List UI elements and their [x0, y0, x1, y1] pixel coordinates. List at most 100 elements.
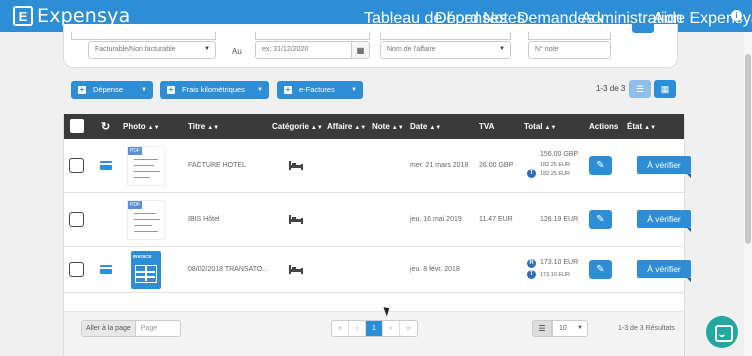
- col-etat[interactable]: État ▲▼: [627, 122, 656, 131]
- refresh-icon[interactable]: ↻: [101, 120, 110, 133]
- thumb-line: [134, 231, 158, 232]
- pdf-icon: PDF: [128, 201, 142, 209]
- expenses-table: ↻ Photo ▲▼ Titre ▲▼ Catégorie ▲▼ Affaire ▲▼ …: [63, 114, 691, 356]
- invoice-icon[interactable]: INVOICE: [131, 251, 161, 289]
- filter-search-button[interactable]: [632, 24, 654, 33]
- status-button[interactable]: À vérifier: [637, 156, 691, 178]
- row-checkbox[interactable]: [69, 262, 84, 277]
- page-1-button[interactable]: 1: [366, 321, 383, 336]
- chevron-down-icon: ▼: [499, 46, 505, 52]
- pencil-icon: ✎: [596, 160, 605, 171]
- first-page-button[interactable]: «: [332, 321, 349, 336]
- sort-icon: ▲▼: [391, 125, 404, 131]
- col-note-label: Note: [372, 122, 390, 131]
- last-page-button[interactable]: »: [400, 321, 417, 336]
- col-actions: Actions: [589, 122, 619, 131]
- sort-icon: ▲▼: [310, 125, 323, 131]
- add-km-button[interactable]: + Frais kilométriques ▼: [160, 81, 269, 99]
- thumb-line: [134, 165, 154, 166]
- scrollbar[interactable]: [744, 32, 752, 356]
- thumb-line: [134, 177, 150, 178]
- hotel-bed-icon: [289, 215, 303, 224]
- list-view-button[interactable]: ☰: [629, 80, 651, 98]
- calendar-icon[interactable]: ▦: [351, 42, 369, 58]
- calendar-view-button[interactable]: ▦: [654, 80, 676, 98]
- row-tva: 26.00 GBP: [479, 162, 514, 169]
- page: E Expensya Tableau de bord Dépenses Note…: [0, 0, 752, 356]
- billable-select[interactable]: Facturable/Non facturable ▼: [88, 41, 216, 59]
- select-all-checkbox[interactable]: [70, 119, 84, 133]
- note-number-input[interactable]: N° note: [528, 41, 611, 59]
- sort-icon: ▲▼: [429, 125, 442, 131]
- edit-button[interactable]: ✎: [589, 260, 612, 279]
- thumb-line: [134, 171, 160, 172]
- prev-page-button[interactable]: ‹: [349, 321, 366, 336]
- row-checkbox[interactable]: [69, 158, 84, 173]
- add-km-label: Frais kilométriques: [182, 85, 245, 94]
- per-page-select[interactable]: 10 ▼: [552, 320, 588, 337]
- records-count: 1-3 de 3: [596, 84, 626, 93]
- affaire-select-value: Nom de l'affaire: [387, 46, 436, 53]
- edit-button[interactable]: ✎: [589, 210, 612, 229]
- add-efactures-label: e-Factures: [299, 85, 335, 94]
- date-to-input[interactable]: ex: 31/12/2020 ▦: [255, 41, 370, 59]
- add-depense-label: Dépense: [93, 85, 124, 94]
- col-photo[interactable]: Photo ▲▼: [123, 122, 160, 131]
- col-categorie-label: Catégorie: [272, 122, 309, 131]
- col-date[interactable]: Date ▲▼: [410, 122, 441, 131]
- chevron-down-icon: ▼: [351, 87, 357, 93]
- col-date-label: Date: [410, 122, 428, 131]
- invoice-grid-icon: [135, 265, 157, 283]
- row-date: mer. 21 mars 2018: [410, 162, 469, 169]
- sort-icon: ▲▼: [207, 125, 220, 131]
- thumb-line: [134, 159, 158, 160]
- per-page-value: 10: [559, 325, 567, 332]
- table-row[interactable]: INVOICE 08/02/2018 TRANSATO... jeu. 8 fé…: [64, 247, 691, 293]
- row-total-converted: 173.10 EUR: [540, 272, 570, 278]
- chevron-down-icon: ▼: [141, 87, 147, 93]
- table-header: ↻ Photo ▲▼ Titre ▲▼ Catégorie ▲▼ Affaire ▲▼ …: [64, 114, 684, 139]
- filter-field-top-4[interactable]: [528, 32, 611, 40]
- affaire-select[interactable]: Nom de l'affaire ▼: [380, 41, 511, 59]
- row-total-reimb: 182.25 EUR: [540, 171, 570, 177]
- pdf-icon: PDF: [128, 147, 142, 155]
- col-categorie[interactable]: Catégorie ▲▼: [272, 122, 323, 131]
- add-depense-button[interactable]: + Dépense ▼: [71, 81, 153, 99]
- scrollbar-thumb[interactable]: [745, 54, 751, 244]
- chat-icon[interactable]: [706, 316, 738, 348]
- info-icon[interactable]: i: [731, 10, 742, 21]
- add-efactures-button[interactable]: + e-Factures ▼: [277, 81, 363, 99]
- goto-page-input[interactable]: Page: [136, 321, 180, 336]
- row-total: 156.00 GBP: [540, 151, 579, 158]
- row-title: IBIS Hôtel: [188, 216, 220, 223]
- row-checkbox[interactable]: [69, 212, 84, 227]
- table-row[interactable]: PDF IBIS Hôtel jeu. 16 mai 2019 11.47 EU…: [64, 193, 691, 247]
- list-icon: ☰: [635, 84, 645, 94]
- col-affaire[interactable]: Affaire ▲▼: [327, 122, 366, 131]
- thumb-line: [134, 225, 152, 226]
- col-titre-label: Titre: [188, 122, 206, 131]
- table-row[interactable]: PDF FACTURE HOTEL mer. 21 mars 2018 26.0…: [64, 139, 691, 193]
- status-button[interactable]: À vérifier: [637, 210, 691, 232]
- row-title: FACTURE HOTEL: [188, 162, 246, 169]
- status-button[interactable]: À vérifier: [637, 260, 691, 282]
- row-total-converted: 182.25 EUR: [540, 162, 570, 168]
- col-tva[interactable]: TVA: [479, 122, 494, 131]
- col-titre[interactable]: Titre ▲▼: [188, 122, 219, 131]
- thumb-line: [134, 219, 160, 220]
- plus-icon: +: [78, 85, 86, 94]
- col-total[interactable]: Total ▲▼: [524, 122, 556, 131]
- receipt-thumbnail[interactable]: PDF: [127, 146, 165, 186]
- edit-button[interactable]: ✎: [589, 156, 612, 175]
- receipt-thumbnail[interactable]: PDF: [127, 200, 165, 240]
- list-icon[interactable]: ☰: [532, 320, 552, 337]
- results-count: 1-3 de 3 Résultats: [618, 325, 675, 332]
- pencil-icon: ✎: [596, 264, 605, 275]
- filter-field-top-3[interactable]: [380, 32, 511, 40]
- note-number-placeholder: N° note: [535, 46, 559, 53]
- filter-field-top-2[interactable]: [255, 32, 370, 40]
- filter-field-top-1[interactable]: [71, 32, 216, 40]
- next-page-button[interactable]: ›: [383, 321, 400, 336]
- col-note[interactable]: Note ▲▼: [372, 122, 404, 131]
- chevron-down-icon: ▼: [257, 87, 263, 93]
